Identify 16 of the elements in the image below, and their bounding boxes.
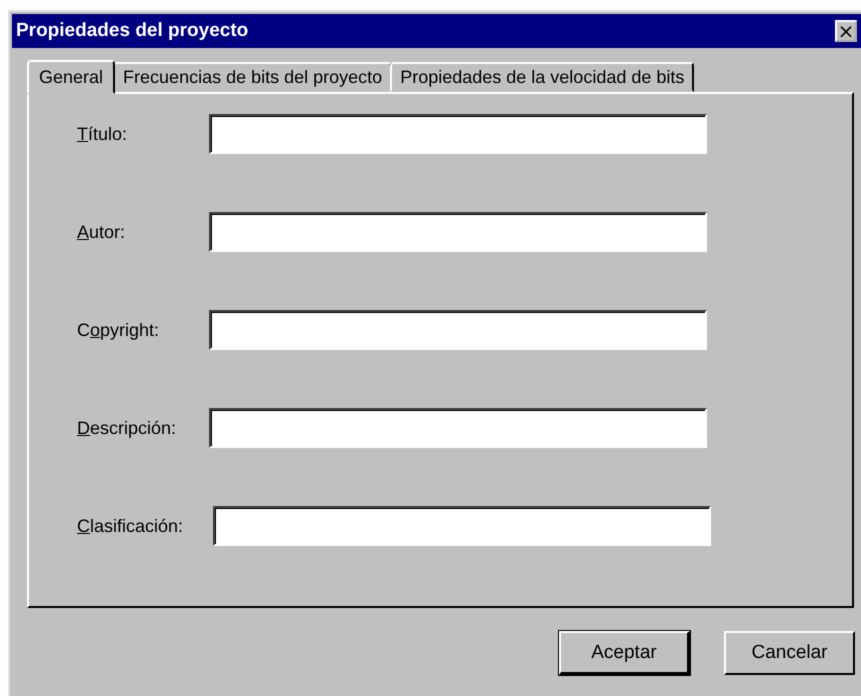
input-field[interactable] bbox=[213, 506, 711, 546]
field-label: Clasificación: bbox=[77, 516, 184, 536]
input-field[interactable] bbox=[209, 310, 707, 350]
dialog-button[interactable]: Aceptar bbox=[559, 631, 690, 675]
input-field[interactable] bbox=[209, 408, 707, 448]
dialog-button[interactable]: Cancelar bbox=[724, 631, 855, 675]
close-button[interactable]: × bbox=[835, 20, 857, 42]
input-field[interactable] bbox=[209, 114, 707, 154]
tab[interactable]: General bbox=[27, 60, 116, 94]
window-title: Propiedades del proyecto bbox=[16, 20, 248, 42]
field-label: Título: bbox=[77, 124, 128, 144]
field-label: Descripción: bbox=[77, 418, 178, 438]
field-label: Autor: bbox=[77, 222, 126, 242]
field-label: Copyright: bbox=[77, 320, 160, 340]
tab[interactable]: Propiedades de la velocidad de bits bbox=[390, 62, 694, 92]
input-field[interactable] bbox=[209, 212, 707, 252]
